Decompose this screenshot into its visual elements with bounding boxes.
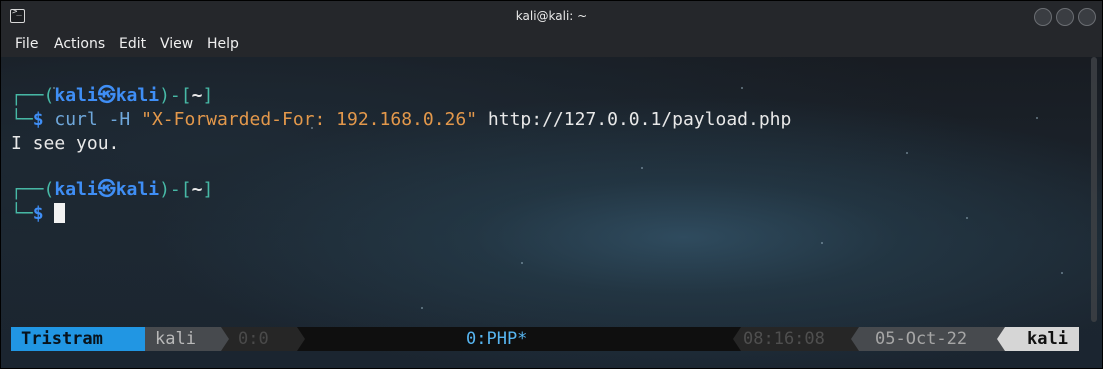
prompt-line: ┌──(kali㉿kali)-[~] (11, 85, 213, 107)
terminal-window: >_ kali@kali: ~ File Actions Edit View H… (0, 0, 1103, 369)
menu-edit[interactable]: Edit (119, 36, 146, 52)
separator-arrow-icon (851, 327, 859, 351)
prompt-bracket: ┌──( (11, 85, 55, 106)
separator-arrow-icon (733, 327, 741, 351)
menu-actions[interactable]: Actions (54, 36, 105, 52)
prompt-host: kali (115, 179, 160, 200)
status-time: 08:16:08 (741, 327, 859, 351)
command-line: └─$ curl -H "X-Forwarded-For: 192.168.0.… (11, 109, 791, 131)
prompt-dollar: $ (32, 203, 44, 224)
prompt-bracket: ] (202, 179, 214, 200)
prompt-bracket: ] (202, 85, 214, 106)
prompt-bracket: ┌──( (11, 179, 55, 200)
menu-view[interactable]: View (160, 36, 193, 52)
command-flag: -H (108, 109, 131, 130)
menu-help[interactable]: Help (207, 36, 239, 52)
menu-bar: File Actions Edit View Help (1, 33, 1102, 57)
prompt-host: kali (115, 85, 160, 106)
minimize-button[interactable] (1034, 8, 1052, 26)
separator-arrow-icon (997, 327, 1005, 351)
tmux-status-bar: Tristram kali 0:0 0:PHP* 08:16:08 05-Oct… (11, 327, 1079, 351)
status-spacer (297, 327, 463, 351)
command-url: http://127.0.0.1/payload.php (487, 109, 792, 130)
prompt-corner: └─ (11, 109, 33, 130)
menu-file[interactable]: File (15, 36, 38, 52)
scrollbar[interactable] (1091, 57, 1097, 322)
status-user: kali (145, 327, 221, 351)
window-title: kali@kali: ~ (515, 9, 588, 23)
prompt-at-symbol: ㉿ (97, 85, 116, 106)
terminal-area[interactable]: ┌──(kali㉿kali)-[~] └─$ curl -H "X-Forwar… (1, 57, 1102, 368)
status-date: 05-Oct-22 (859, 327, 1005, 351)
prompt-directory: ~ (191, 179, 203, 200)
status-host: kali (1005, 327, 1079, 351)
prompt-dollar: $ (32, 109, 44, 130)
command-header-string: "X-Forwarded-For: 192.168.0.26" (141, 109, 478, 130)
separator-arrow-icon (297, 327, 305, 351)
status-spacer (563, 327, 741, 351)
maximize-button[interactable] (1056, 8, 1074, 26)
text-cursor[interactable] (54, 203, 66, 223)
separator-arrow-icon (137, 327, 145, 351)
prompt-corner: └─ (11, 203, 33, 224)
status-window-tab[interactable]: 0:PHP* (463, 327, 563, 351)
title-bar[interactable]: >_ kali@kali: ~ (1, 1, 1102, 33)
command-output: I see you. (11, 133, 120, 154)
prompt-bracket: )-[ (159, 85, 192, 106)
session-name: Tristram (11, 327, 145, 351)
prompt-user: kali (54, 85, 98, 106)
command-line: └─$ (11, 203, 66, 225)
command-name: curl (54, 109, 98, 130)
prompt-user: kali (54, 179, 98, 200)
close-button[interactable] (1078, 8, 1096, 26)
prompt-at-symbol: ㉿ (97, 179, 116, 200)
separator-arrow-icon (221, 327, 229, 351)
prompt-directory: ~ (191, 85, 203, 106)
prompt-line: ┌──(kali㉿kali)-[~] (11, 179, 213, 201)
status-pane: 0:0 (221, 327, 297, 351)
prompt-bracket: )-[ (159, 179, 192, 200)
